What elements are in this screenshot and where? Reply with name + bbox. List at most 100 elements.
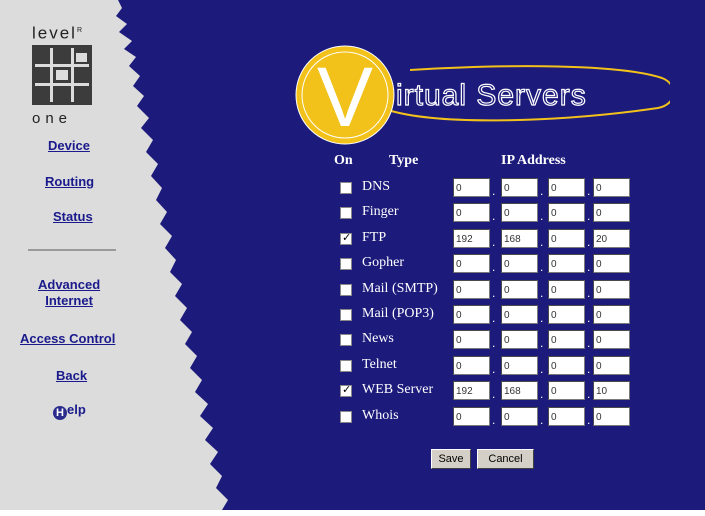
enable-checkbox[interactable]: [340, 411, 352, 423]
cancel-button[interactable]: Cancel: [477, 449, 534, 469]
logo-mark: [32, 44, 92, 105]
server-type-label: Mail (SMTP): [362, 281, 438, 296]
ip-dot-separator: .: [540, 235, 544, 249]
ip-octet-4-input[interactable]: 0: [593, 330, 630, 349]
ip-octet-4-input[interactable]: 0: [593, 254, 630, 273]
ip-octet-1-input[interactable]: 192: [453, 381, 490, 400]
ip-octet-2-input[interactable]: 0: [501, 356, 538, 375]
ip-octet-4-input[interactable]: 0: [593, 203, 630, 222]
nav-device-link[interactable]: Device: [48, 138, 90, 153]
server-type-label: News: [362, 331, 394, 346]
ip-octet-4-input[interactable]: 10: [593, 381, 630, 400]
ip-dot-separator: .: [492, 413, 496, 427]
server-type-label: Finger: [362, 204, 399, 219]
nav-status-link[interactable]: Status: [53, 209, 93, 224]
ip-dot-separator: .: [587, 209, 591, 223]
checkmark-icon: ✓: [342, 231, 352, 244]
ip-dot-separator: .: [540, 184, 544, 198]
ip-octet-3-input[interactable]: 0: [548, 330, 585, 349]
server-type-label: Whois: [362, 408, 399, 423]
server-type-label: FTP: [362, 230, 387, 245]
ip-octet-2-input[interactable]: 0: [501, 305, 538, 324]
ip-dot-separator: .: [492, 235, 496, 249]
enable-checkbox[interactable]: ✓: [340, 383, 352, 397]
enable-checkbox[interactable]: [340, 258, 352, 270]
ip-dot-separator: .: [540, 311, 544, 325]
ip-octet-2-input[interactable]: 0: [501, 330, 538, 349]
ip-octet-4-input[interactable]: 0: [593, 356, 630, 375]
ip-octet-1-input[interactable]: 0: [453, 305, 490, 324]
save-button[interactable]: Save: [431, 449, 471, 469]
ip-octet-3-input[interactable]: 0: [548, 305, 585, 324]
ip-octet-1-input[interactable]: 0: [453, 280, 490, 299]
ip-dot-separator: .: [492, 260, 496, 274]
page-title-graphic: V irtual Servers: [295, 45, 670, 145]
enable-checkbox[interactable]: [340, 360, 352, 372]
ip-dot-separator: .: [492, 286, 496, 300]
enable-checkbox[interactable]: ✓: [340, 231, 352, 245]
ip-octet-3-input[interactable]: 0: [548, 229, 585, 248]
enable-checkbox[interactable]: [340, 182, 352, 194]
ip-octet-2-input[interactable]: 0: [501, 178, 538, 197]
ip-octet-1-input[interactable]: 0: [453, 356, 490, 375]
ip-dot-separator: .: [587, 387, 591, 401]
ip-octet-1-input[interactable]: 0: [453, 330, 490, 349]
ip-dot-separator: .: [492, 184, 496, 198]
server-type-label: DNS: [362, 179, 391, 194]
ip-dot-separator: .: [587, 260, 591, 274]
ip-octet-3-input[interactable]: 0: [548, 280, 585, 299]
enable-checkbox[interactable]: [340, 284, 352, 296]
ip-octet-1-input[interactable]: 0: [453, 203, 490, 222]
app-window: levelR one Device Routing Status Advance…: [0, 0, 705, 516]
ip-octet-1-input[interactable]: 0: [453, 407, 490, 426]
server-type-label: WEB Server: [362, 382, 434, 397]
header-on: On: [334, 153, 353, 168]
title-initial: V: [317, 50, 373, 144]
ip-octet-1-input[interactable]: 192: [453, 229, 490, 248]
ip-octet-2-input[interactable]: 0: [501, 280, 538, 299]
server-type-label: Telnet: [362, 357, 397, 372]
ip-dot-separator: .: [492, 336, 496, 350]
server-type-label: Mail (POP3): [362, 306, 434, 321]
ip-dot-separator: .: [492, 362, 496, 376]
nav-routing-link[interactable]: Routing: [45, 174, 94, 189]
main-panel: levelR one Device Routing Status Advance…: [0, 0, 705, 510]
ip-octet-2-input[interactable]: 0: [501, 203, 538, 222]
enable-checkbox[interactable]: [340, 309, 352, 321]
ip-octet-3-input[interactable]: 0: [548, 356, 585, 375]
ip-octet-2-input[interactable]: 0: [501, 254, 538, 273]
ip-octet-2-input[interactable]: 168: [501, 229, 538, 248]
help-icon: H: [53, 406, 67, 420]
ip-dot-separator: .: [492, 311, 496, 325]
ip-octet-4-input[interactable]: 0: [593, 280, 630, 299]
ip-octet-4-input[interactable]: 0: [593, 407, 630, 426]
ip-octet-3-input[interactable]: 0: [548, 178, 585, 197]
ip-dot-separator: .: [587, 235, 591, 249]
enable-checkbox[interactable]: [340, 207, 352, 219]
help-link[interactable]: Help: [53, 402, 86, 420]
ip-octet-4-input[interactable]: 20: [593, 229, 630, 248]
ip-octet-2-input[interactable]: 0: [501, 407, 538, 426]
enable-checkbox[interactable]: [340, 334, 352, 346]
ip-octet-2-input[interactable]: 168: [501, 381, 538, 400]
ip-octet-3-input[interactable]: 0: [548, 407, 585, 426]
ip-dot-separator: .: [492, 387, 496, 401]
ip-dot-separator: .: [587, 184, 591, 198]
ip-dot-separator: .: [540, 260, 544, 274]
ip-dot-separator: .: [492, 209, 496, 223]
levelone-logo: levelR one: [32, 22, 100, 128]
checkmark-icon: ✓: [342, 383, 352, 396]
ip-dot-separator: .: [540, 413, 544, 427]
ip-octet-1-input[interactable]: 0: [453, 178, 490, 197]
ip-octet-3-input[interactable]: 0: [548, 203, 585, 222]
ip-octet-4-input[interactable]: 0: [593, 305, 630, 324]
ip-dot-separator: .: [540, 387, 544, 401]
ip-dot-separator: .: [540, 209, 544, 223]
nav-back-link[interactable]: Back: [56, 368, 87, 383]
ip-octet-1-input[interactable]: 0: [453, 254, 490, 273]
nav-advanced-internet-link[interactable]: Advanced Internet: [38, 277, 100, 309]
ip-octet-4-input[interactable]: 0: [593, 178, 630, 197]
ip-octet-3-input[interactable]: 0: [548, 381, 585, 400]
ip-octet-3-input[interactable]: 0: [548, 254, 585, 273]
nav-access-control-link[interactable]: Access Control: [20, 331, 115, 346]
